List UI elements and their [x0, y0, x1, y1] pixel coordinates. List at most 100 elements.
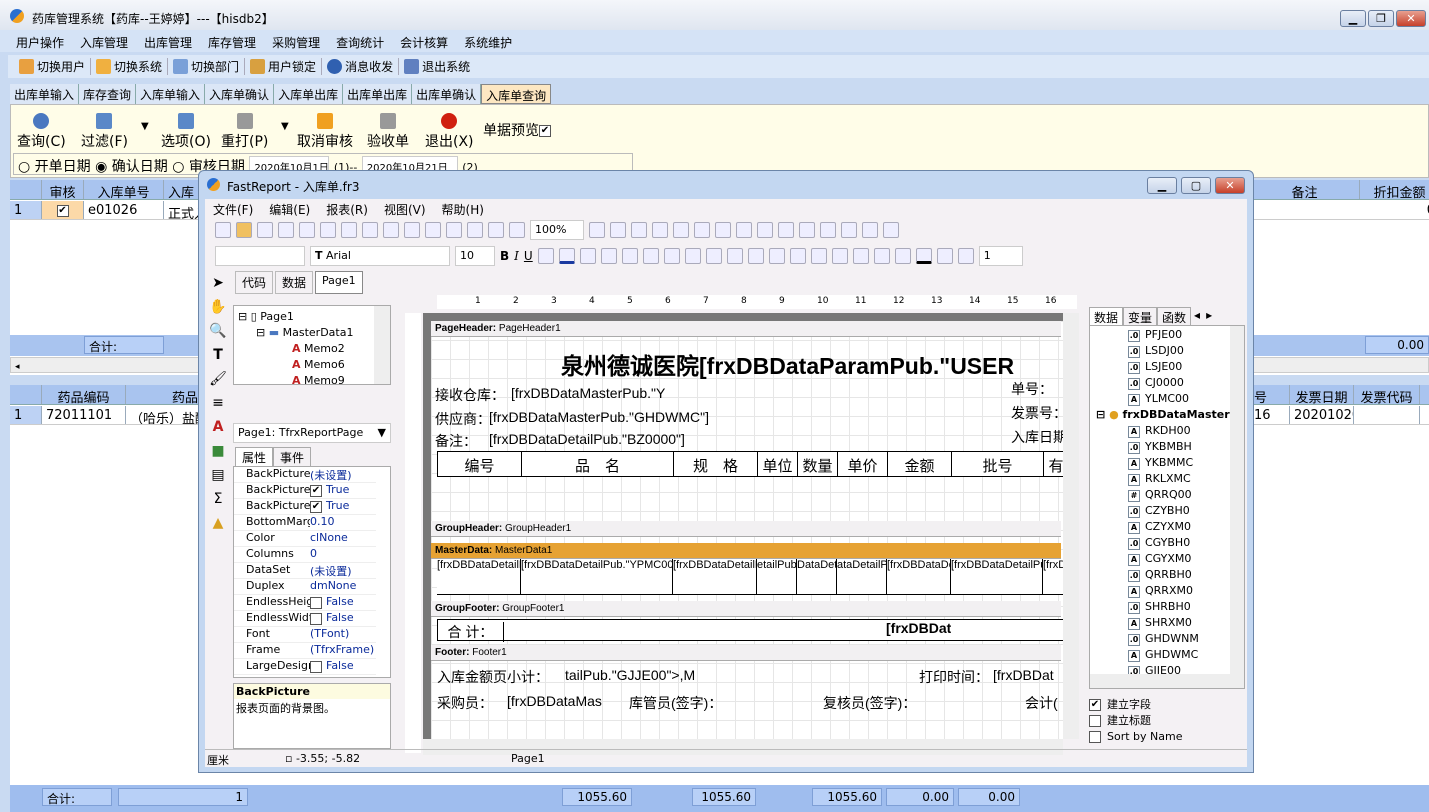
data-field[interactable]: A QRRXM0 — [1128, 584, 1193, 598]
column-header-cell[interactable]: 单位 — [758, 452, 798, 476]
memo-label[interactable]: 库管员(签字)： — [629, 693, 722, 713]
frame-width-select[interactable]: 1 — [978, 246, 1023, 266]
audit-checkbox[interactable]: ✔ — [42, 201, 84, 219]
data-field[interactable]: # QRRQ00 — [1128, 488, 1192, 502]
data-field[interactable]: .0 SHRBH0 — [1128, 600, 1191, 614]
save-icon[interactable] — [257, 222, 273, 238]
shapes-icon[interactable]: ▲ — [207, 511, 229, 535]
font-size-select[interactable]: 10 — [455, 246, 495, 266]
radio-confirm-date[interactable]: ◉ 确认日期 — [95, 159, 168, 174]
property-row[interactable]: Color clNone — [234, 531, 376, 547]
preview-checkbox[interactable]: 单据预览 ✔ — [483, 120, 551, 140]
reprint-button[interactable]: 重打(P) — [221, 113, 268, 151]
align-center-icon[interactable] — [673, 222, 689, 238]
property-value[interactable]: (未设置) — [310, 467, 352, 483]
tab-code[interactable]: 代码 — [235, 271, 274, 294]
tab-outbound-confirm[interactable]: 出库单确认 — [412, 84, 482, 104]
paste-icon[interactable] — [425, 222, 441, 238]
switch-user-button[interactable]: 切换用户 — [14, 58, 92, 75]
data-field[interactable]: A RKDH00 — [1128, 424, 1191, 438]
font-color-icon[interactable] — [558, 248, 575, 264]
delete-page-icon[interactable] — [341, 222, 357, 238]
tab-inbound-input[interactable]: 入库单输入 — [136, 84, 206, 104]
master-data-field[interactable]: ataDetailPub."G — [837, 559, 887, 594]
memo-field[interactable]: [frxDBDataMas — [507, 693, 602, 709]
checkbox[interactable] — [1089, 731, 1101, 743]
memo-label[interactable]: 单号： — [1011, 379, 1053, 399]
align-left-icon[interactable] — [652, 222, 668, 238]
memo-label[interactable]: 供应商： — [435, 409, 491, 429]
band-master-data[interactable]: MasterData: MasterData1 — [431, 543, 1061, 559]
data-field[interactable]: A CZYXM0 — [1128, 520, 1191, 534]
fit-grid-icon[interactable] — [631, 222, 647, 238]
memo-label[interactable]: 打印时间： — [919, 667, 989, 687]
property-value[interactable]: 0 — [310, 547, 317, 560]
align-middle-icon[interactable] — [736, 222, 752, 238]
restore-button[interactable]: ❐ — [1368, 10, 1394, 27]
filter-dropdown-icon[interactable]: ▼ — [141, 121, 149, 132]
memo-label[interactable]: 会计( — [1025, 693, 1058, 713]
band-group-footer[interactable]: GroupFooter: GroupFooter1 — [431, 601, 1061, 617]
property-value[interactable]: False — [326, 595, 354, 608]
grid-icon[interactable] — [589, 222, 605, 238]
band-icon[interactable]: ≡ — [207, 391, 229, 415]
data-field[interactable]: .0 GHDWNM — [1128, 632, 1199, 646]
bold-button[interactable]: B — [500, 249, 509, 263]
menu-user[interactable]: 用户操作 — [8, 30, 72, 52]
property-row[interactable]: EndlessWidth False — [234, 611, 376, 627]
fr-menu-edit[interactable]: 编辑(E) — [261, 203, 318, 217]
data-field[interactable]: A YLMC00 — [1128, 392, 1189, 406]
master-data-field[interactable]: [frxDBDataDetailPub."YPBM00"] — [437, 559, 521, 594]
tab-inbound-out[interactable]: 入库单出库 — [274, 84, 344, 104]
v-center-icon[interactable] — [726, 248, 743, 264]
format-painter-icon[interactable]: 🖌 — [207, 367, 229, 391]
fr-menu-help[interactable]: 帮助(H) — [434, 203, 492, 217]
property-row[interactable]: BackPicturePrintable✔ True — [234, 483, 376, 499]
master-data-field[interactable]: [frxDBDataDetailPub."YPMC00"] — [521, 559, 673, 594]
select-tool-icon[interactable]: ➤ — [207, 271, 229, 295]
text-right-icon[interactable] — [663, 248, 680, 264]
property-value[interactable]: (TfrxFrame) — [310, 643, 374, 656]
switch-dept-button[interactable]: 切换部门 — [168, 58, 246, 75]
tab-outbound-out[interactable]: 出库单出库 — [343, 84, 413, 104]
column-header-cell[interactable]: 批号 — [952, 452, 1044, 476]
memo-label[interactable]: 入库日期 — [1011, 427, 1063, 447]
frame-color-icon[interactable] — [936, 248, 953, 264]
property-checkbox[interactable] — [310, 613, 322, 625]
data-field[interactable]: .0 YKBMBH — [1128, 440, 1192, 454]
collapse-icon[interactable]: ⊟ — [1096, 408, 1105, 421]
property-row[interactable]: DataSet (未设置) — [234, 563, 376, 579]
memo-label[interactable]: 复核员(签字)： — [823, 693, 916, 713]
align-top-icon[interactable] — [715, 222, 731, 238]
preview-check[interactable]: ✔ — [539, 125, 551, 137]
align-right-icon[interactable] — [694, 222, 710, 238]
property-row[interactable]: Frame (TfrxFrame) — [234, 643, 376, 659]
master-data-field[interactable]: [frxDBDetailPub."SX — [1043, 559, 1063, 594]
frame-left-icon[interactable] — [810, 248, 827, 264]
data-field[interactable]: .0 PFJE00 — [1128, 328, 1182, 342]
italic-button[interactable]: I — [514, 249, 519, 263]
tree-node[interactable]: A Memo6 — [292, 358, 345, 371]
dataset-node[interactable]: ⊟ ● frxDBDataMasterPub — [1096, 408, 1244, 421]
column-header-cell[interactable]: 有效 — [1044, 452, 1063, 476]
master-data-field[interactable]: etailPub."RK — [757, 559, 797, 594]
band-footer[interactable]: Footer: Footer1 — [431, 645, 1061, 661]
property-checkbox[interactable] — [310, 597, 322, 609]
cancel-audit-button[interactable]: 取消审核 — [297, 113, 353, 151]
tree-node[interactable]: ⊟ ▬ MasterData1 — [256, 326, 353, 339]
subreport-icon[interactable]: ▤ — [207, 463, 229, 487]
property-checkbox[interactable]: ✔ — [310, 501, 322, 513]
canvas-v-scrollbar[interactable] — [1063, 313, 1079, 739]
hand-tool-icon[interactable]: ✋ — [207, 295, 229, 319]
report-title[interactable]: 泉州德诚医院[frxDBDataParamPub."USER — [561, 347, 1014, 381]
tab-events[interactable]: 事件 — [273, 447, 312, 468]
object-select[interactable]: Page1: TfrxReportPage ▼ — [233, 423, 391, 443]
messages-button[interactable]: 消息收发 — [322, 58, 400, 75]
frame-style-icon[interactable] — [957, 248, 974, 264]
fr-menu-file[interactable]: 文件(F) — [205, 203, 261, 217]
frame-right-icon[interactable] — [831, 248, 848, 264]
frame-top-icon[interactable] — [768, 248, 785, 264]
property-row[interactable]: BackPicture (未设置) — [234, 467, 376, 483]
switch-system-button[interactable]: 切换系统 — [91, 58, 169, 75]
font-name-select[interactable]: T Arial — [310, 246, 450, 266]
